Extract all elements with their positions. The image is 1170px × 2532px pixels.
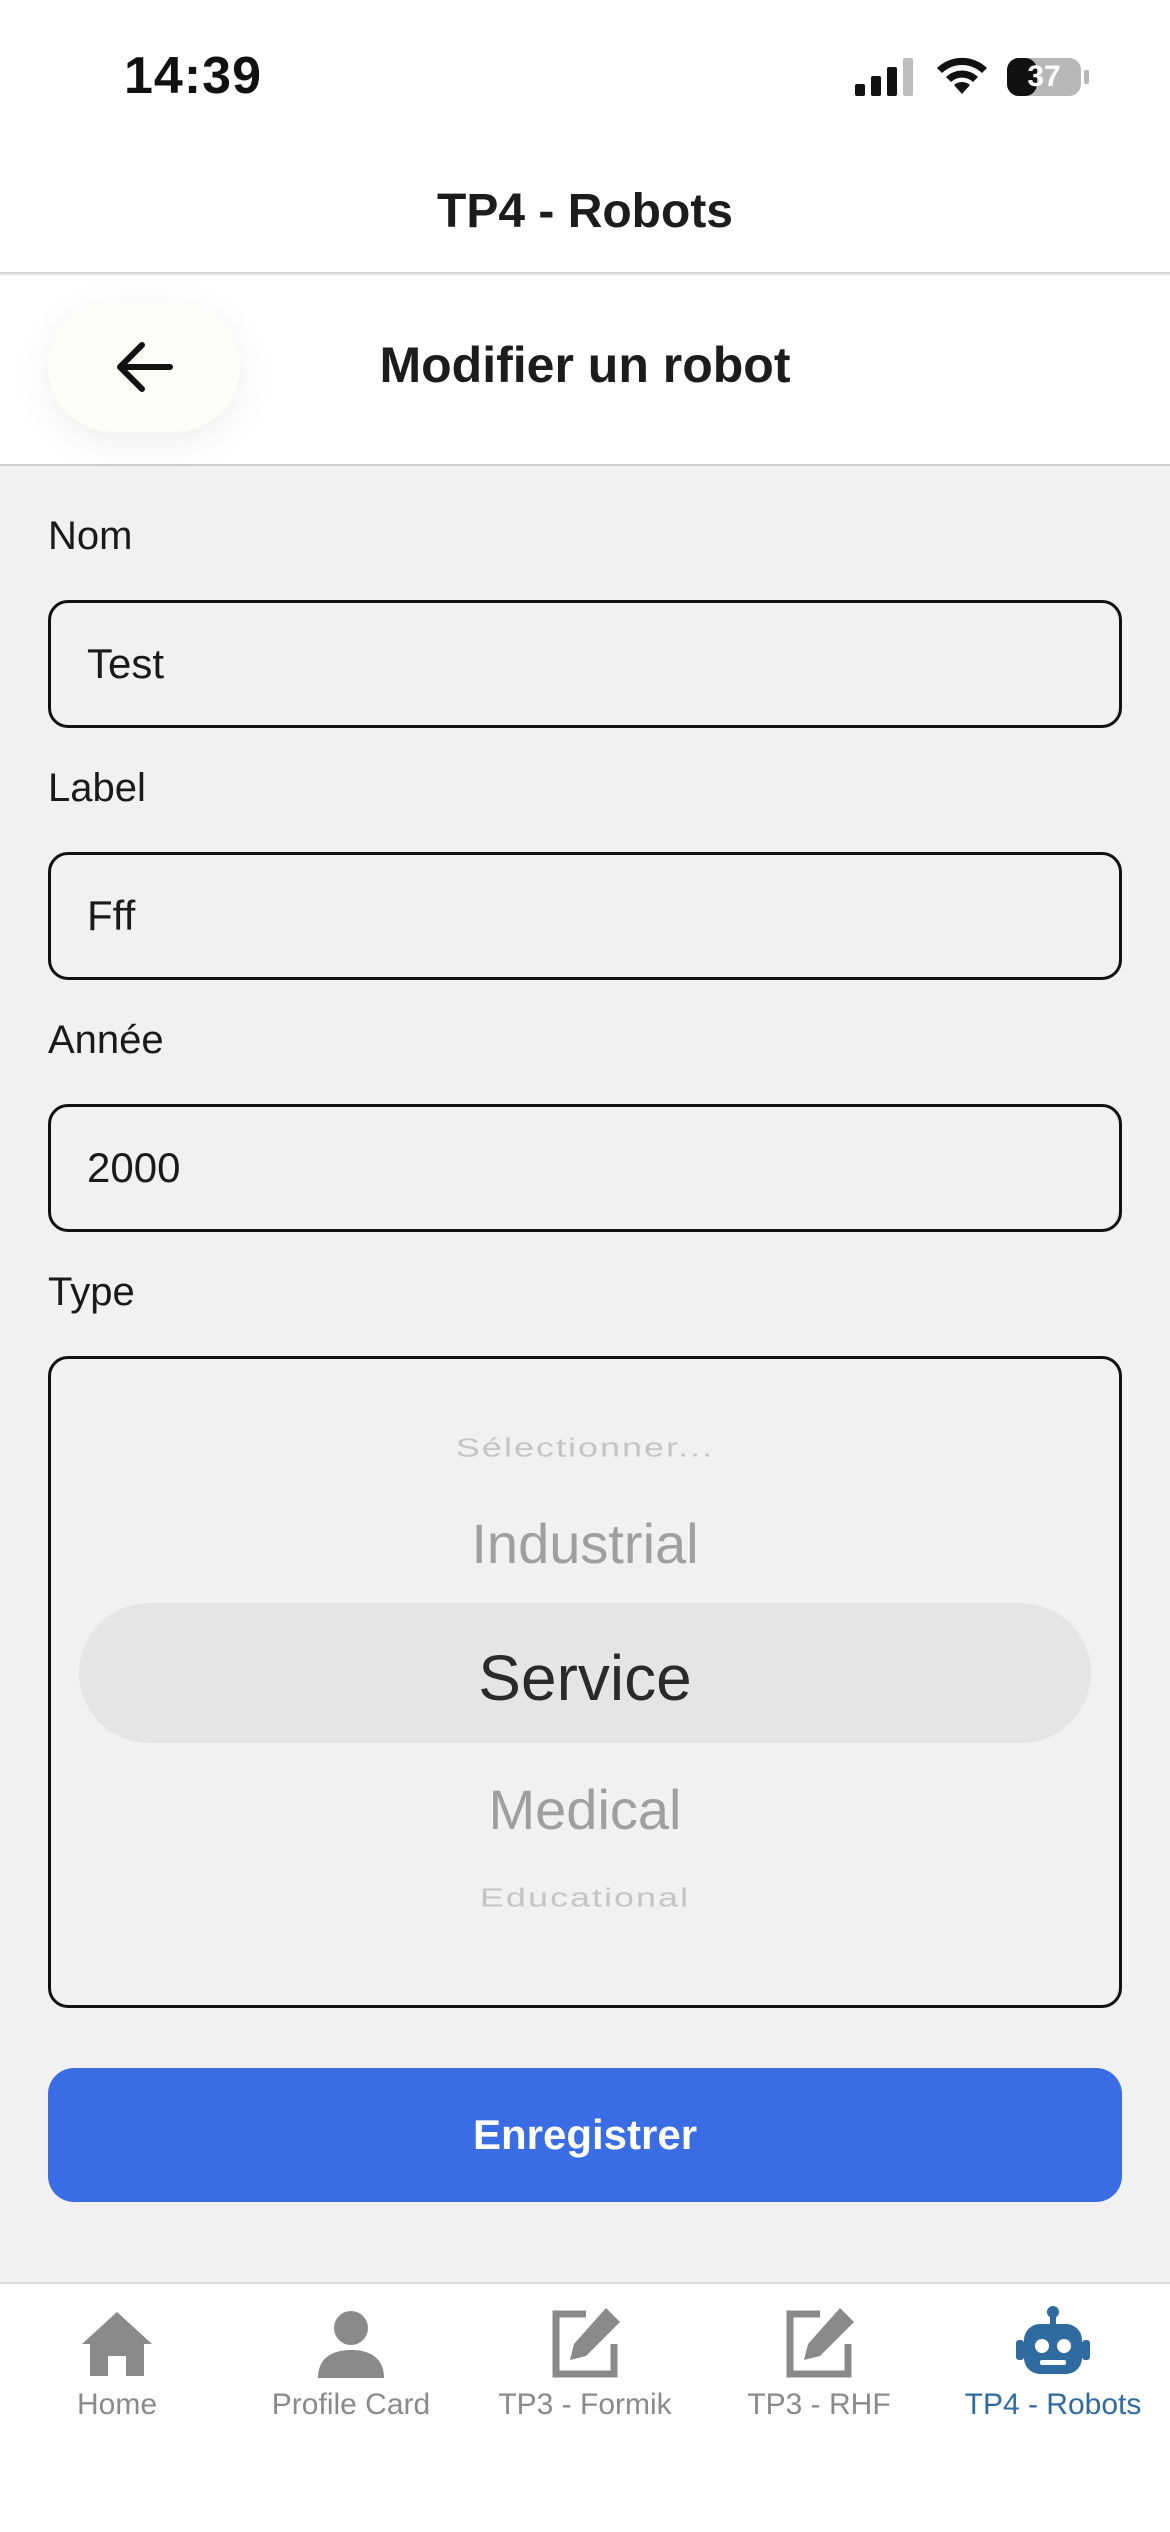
picker-option[interactable]: Sélectionner...: [51, 1433, 1119, 1463]
edit-icon: [552, 2308, 620, 2378]
tab-label: TP3 - RHF: [747, 2388, 891, 2421]
tab-tp3-formik[interactable]: TP3 - Formik: [468, 2284, 702, 2454]
back-button[interactable]: [48, 302, 240, 432]
battery-icon: 37: [1006, 56, 1092, 98]
robot-icon: [1016, 2306, 1090, 2374]
app-header: TP4 - Robots: [0, 150, 1170, 274]
screen-header: Modifier un robot: [0, 276, 1170, 466]
tab-label: TP4 - Robots: [964, 2388, 1142, 2421]
tab-label: Profile Card: [271, 2388, 431, 2421]
arrow-left-icon: [117, 342, 173, 392]
status-bar: 14:39 37: [0, 0, 1170, 150]
label-input[interactable]: [48, 852, 1122, 980]
edit-icon: [786, 2308, 854, 2378]
type-label: Type: [48, 1270, 135, 1314]
tab-home[interactable]: Home: [0, 2284, 234, 2454]
tab-bar: Home Profile Card TP3 - Formik TP3 - RHF: [0, 2282, 1170, 2532]
picker-option-selected[interactable]: Service: [51, 1641, 1119, 1715]
name-input[interactable]: [48, 600, 1122, 728]
year-label: Année: [48, 1018, 164, 1062]
name-label: Nom: [48, 514, 133, 558]
cellular-signal-icon: [855, 58, 913, 96]
tab-label: Home: [76, 2388, 158, 2421]
tab-tp4-robots[interactable]: TP4 - Robots: [936, 2284, 1170, 2454]
wifi-icon: [937, 57, 987, 94]
picker-option[interactable]: Educational: [51, 1883, 1119, 1913]
tab-profile-card[interactable]: Profile Card: [234, 2284, 468, 2454]
tab-tp3-rhf[interactable]: TP3 - RHF: [702, 2284, 936, 2454]
home-icon: [82, 2312, 152, 2376]
year-input[interactable]: [48, 1104, 1122, 1232]
save-button[interactable]: Enregistrer: [48, 2068, 1122, 2202]
battery-level: 37: [1027, 60, 1061, 93]
tab-label: TP3 - Formik: [498, 2388, 672, 2421]
picker-option[interactable]: Industrial: [51, 1511, 1119, 1576]
person-icon: [318, 2311, 384, 2378]
app-title: TP4 - Robots: [437, 184, 733, 238]
picker-option[interactable]: Medical: [51, 1777, 1119, 1842]
type-picker[interactable]: Sélectionner... Industrial Service Medic…: [48, 1356, 1122, 2008]
status-time: 14:39: [124, 47, 262, 105]
label-label: Label: [48, 766, 146, 810]
